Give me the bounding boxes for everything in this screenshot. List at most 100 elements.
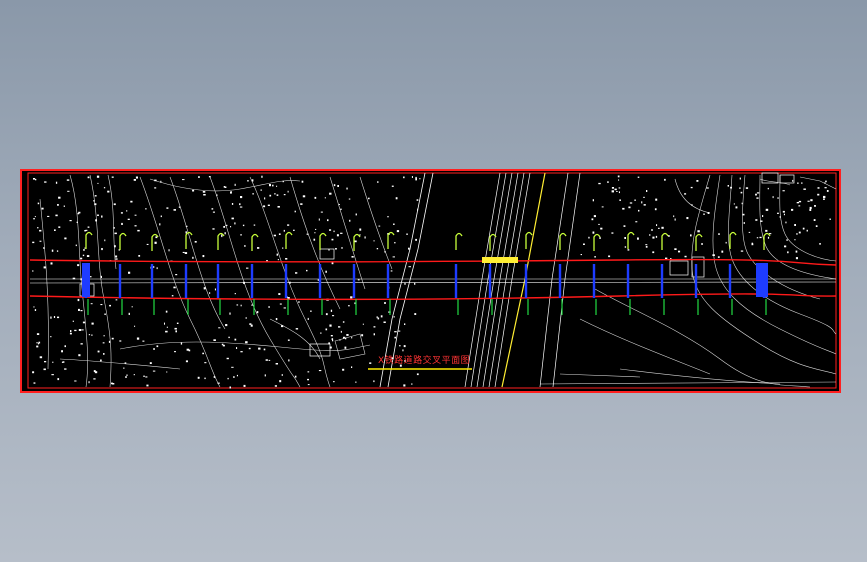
vegetation-dot	[33, 218, 35, 220]
vegetation-dot	[182, 179, 185, 181]
vegetation-dot	[66, 179, 70, 181]
vegetation-dot	[335, 248, 337, 250]
vegetation-dot	[115, 258, 118, 260]
vegetation-dot	[591, 218, 594, 221]
station-label-flag	[559, 232, 567, 250]
vegetation-dot	[222, 344, 225, 347]
vegetation-dot	[302, 195, 306, 198]
vegetation-dot	[160, 215, 162, 218]
cad-drawing-viewport[interactable]: X铁路道路交叉平面图	[20, 169, 841, 393]
vegetation-dot	[617, 175, 620, 178]
vegetation-dot	[351, 366, 353, 368]
vegetation-dot	[97, 350, 100, 353]
vegetation-dot	[231, 366, 234, 368]
vegetation-dot	[342, 321, 345, 323]
vegetation-dot	[218, 327, 221, 329]
vegetation-dot	[236, 304, 239, 306]
vegetation-dot	[362, 323, 364, 325]
vegetation-dot	[154, 241, 157, 244]
vegetation-dot	[377, 317, 380, 320]
vegetation-dot	[102, 342, 105, 344]
vegetation-dot	[331, 338, 334, 340]
vegetation-dot	[133, 374, 135, 376]
vegetation-dot	[718, 233, 720, 235]
vegetation-dot	[336, 234, 339, 237]
vegetation-dot	[332, 315, 335, 317]
vegetation-dot	[226, 357, 229, 360]
vegetation-dot	[661, 226, 664, 229]
vegetation-dot	[376, 248, 379, 250]
vegetation-dot	[234, 293, 236, 295]
vegetation-dot	[265, 359, 268, 361]
vegetation-dot	[94, 203, 97, 206]
vegetation-dot	[803, 188, 806, 190]
vegetation-dot	[115, 255, 118, 258]
vegetation-dot	[403, 345, 406, 348]
vegetation-dot	[295, 328, 299, 330]
vegetation-dot	[240, 234, 242, 236]
vegetation-symbols-left	[32, 175, 421, 389]
vegetation-dot	[635, 221, 638, 223]
vegetation-dot	[111, 176, 114, 178]
vegetation-dot	[627, 249, 630, 251]
vegetation-dot	[203, 194, 206, 196]
vegetation-dot	[618, 187, 621, 189]
vegetation-dot	[34, 216, 36, 218]
vegetation-dot	[600, 227, 603, 230]
vegetation-dot	[599, 237, 601, 239]
vegetation-dot	[134, 214, 137, 216]
vegetation-dot	[283, 307, 286, 309]
vegetation-dot	[767, 187, 769, 190]
vegetation-dot	[221, 235, 223, 238]
vegetation-dot	[624, 237, 626, 239]
vegetation-dot	[340, 232, 343, 234]
vegetation-dot	[252, 193, 254, 195]
vegetation-dot	[95, 219, 97, 222]
vegetation-dot	[245, 317, 247, 319]
vegetation-dot	[825, 180, 827, 183]
vegetation-dot	[611, 232, 614, 234]
vegetation-dot	[145, 208, 147, 210]
vegetation-dot	[32, 270, 34, 272]
vegetation-dot	[298, 301, 300, 303]
vegetation-dot	[61, 350, 63, 353]
station-markers	[82, 231, 771, 315]
vegetation-dot	[166, 371, 168, 373]
vegetation-dot	[351, 256, 354, 258]
vegetation-dot	[801, 182, 803, 184]
vegetation-dot	[264, 374, 266, 377]
vegetation-dot	[733, 203, 735, 205]
terrain-right	[539, 174, 837, 388]
vegetation-dot	[601, 206, 604, 208]
vegetation-dot	[814, 205, 816, 207]
vegetation-dot	[655, 198, 658, 201]
vegetation-dot	[624, 246, 627, 248]
vegetation-dot	[348, 198, 351, 200]
vegetation-dot	[225, 324, 228, 327]
vegetation-dot	[739, 187, 741, 189]
vegetation-dot	[330, 309, 333, 312]
vegetation-dot	[37, 227, 39, 229]
station-label-flag	[217, 232, 225, 250]
vegetation-dot	[325, 270, 327, 273]
vegetation-dot	[359, 228, 362, 231]
vegetation-dot	[755, 219, 758, 221]
vegetation-dot	[125, 376, 127, 378]
vegetation-dot	[51, 374, 54, 376]
vegetation-dot	[329, 192, 332, 195]
vegetation-dot	[35, 178, 37, 181]
vegetation-dot	[414, 282, 416, 285]
vegetation-dot	[690, 186, 693, 189]
vegetation-dot	[55, 181, 58, 184]
vegetation-dot	[124, 362, 127, 364]
vegetation-dot	[103, 187, 106, 189]
vegetation-dot	[697, 230, 700, 233]
vegetation-dot	[618, 179, 620, 181]
vegetation-dot	[395, 197, 398, 200]
vegetation-dot	[795, 257, 798, 260]
vegetation-dot	[134, 325, 136, 327]
vegetation-dot	[37, 342, 39, 345]
vegetation-dot	[307, 378, 309, 381]
vegetation-dot	[198, 176, 200, 178]
vegetation-dot	[796, 202, 799, 204]
